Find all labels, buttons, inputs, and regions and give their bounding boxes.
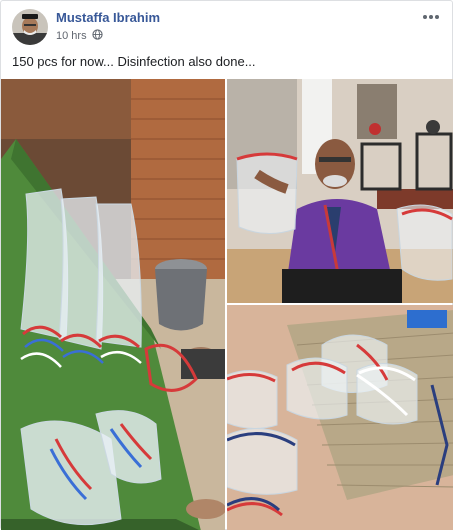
avatar[interactable]: [12, 9, 48, 45]
globe-icon: [91, 29, 103, 43]
author-name[interactable]: Mustaffa Ibrahim: [56, 10, 160, 25]
post-photo-shields-on-cot[interactable]: [1, 79, 225, 530]
photo-grid: [1, 79, 453, 530]
post-photo-shields-on-mat[interactable]: [227, 305, 453, 530]
more-options-icon[interactable]: [421, 9, 441, 25]
post-photo-man-holding-shield[interactable]: [227, 79, 453, 303]
post-header: Mustaffa Ibrahim 10 hrs: [1, 1, 452, 51]
facebook-post: Mustaffa Ibrahim 10 hrs 150 pcs for now.…: [0, 0, 453, 530]
timestamp-text[interactable]: 10 hrs: [56, 30, 87, 42]
post-timestamp[interactable]: 10 hrs: [56, 29, 103, 43]
post-text: 150 pcs for now... Disinfection also don…: [12, 54, 256, 69]
